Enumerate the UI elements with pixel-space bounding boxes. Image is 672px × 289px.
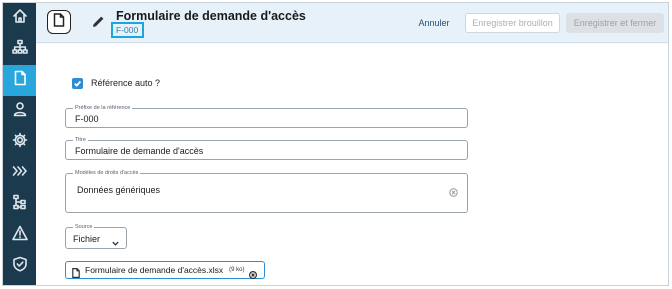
access-rights-models-label: Modèles de droits d'accès [73, 169, 141, 177]
user-icon [12, 101, 28, 122]
org-chart-icon [11, 39, 28, 60]
sidebar-item-security[interactable] [3, 251, 36, 282]
sidebar-item-home[interactable] [3, 3, 36, 34]
title-field[interactable]: Titre Formulaire de demande d'accès [65, 136, 468, 160]
shield-check-icon [12, 256, 28, 277]
title-value: Formulaire de demande d'accès [75, 146, 204, 156]
document-type-badge [47, 10, 71, 34]
clear-icon[interactable] [449, 184, 458, 197]
document-icon [12, 70, 28, 91]
access-rights-models-field[interactable]: Modèles de droits d'accès Données généri… [65, 169, 468, 213]
save-draft-button[interactable]: Enregistrer brouillon [465, 13, 560, 33]
attached-file-chip[interactable]: Formulaire de demande d'accès.xlsx (9 ko… [65, 261, 265, 280]
source-label: Source [73, 223, 95, 231]
gear-icon [12, 132, 28, 153]
reference-code: F-000 [116, 25, 139, 35]
title-label: Titre [73, 136, 88, 144]
sidebar-item-organization[interactable] [3, 34, 36, 65]
sidebar-item-structure[interactable] [3, 189, 36, 220]
file-name: Formulaire de demande d'accès.xlsx [85, 265, 224, 275]
access-rights-models-value: Données génériques [77, 185, 161, 195]
reference-prefix-field[interactable]: Préfixe de la référence F-000 [65, 104, 468, 128]
hierarchy-icon [12, 194, 28, 215]
page-title: Formulaire de demande d'accès [116, 9, 306, 23]
sidebar [3, 3, 36, 285]
home-icon [12, 8, 28, 29]
app-window: Formulaire de demande d'accès F-000 Annu… [2, 2, 669, 286]
sidebar-item-workflows[interactable] [3, 158, 36, 189]
document-icon [53, 12, 65, 32]
auto-reference-checkbox[interactable] [72, 78, 83, 89]
chevrons-right-icon [12, 163, 28, 184]
page-header: Formulaire de demande d'accès F-000 Annu… [36, 3, 668, 43]
reference-prefix-value: F-000 [75, 114, 99, 124]
cancel-button[interactable]: Annuler [412, 13, 456, 33]
file-icon [72, 265, 80, 278]
sidebar-item-documents[interactable] [3, 65, 36, 96]
auto-reference-label: Référence auto ? [91, 78, 161, 88]
warning-icon [11, 225, 28, 246]
sidebar-item-users[interactable] [3, 96, 36, 127]
save-and-close-button[interactable]: Enregistrer et fermer [566, 13, 664, 33]
edit-title-icon[interactable] [92, 15, 105, 28]
source-value: Fichier [73, 234, 101, 244]
source-select[interactable]: Source Fichier [65, 223, 127, 249]
chevron-down-icon [111, 235, 120, 246]
sidebar-item-alerts[interactable] [3, 220, 36, 251]
file-size: (9 ko) [229, 267, 245, 273]
sidebar-item-settings[interactable] [3, 127, 36, 158]
form-content: Référence auto ? Préfixe de la référence… [36, 44, 668, 285]
remove-file-icon[interactable] [248, 266, 257, 280]
reference-prefix-label: Préfixe de la référence [73, 104, 133, 112]
